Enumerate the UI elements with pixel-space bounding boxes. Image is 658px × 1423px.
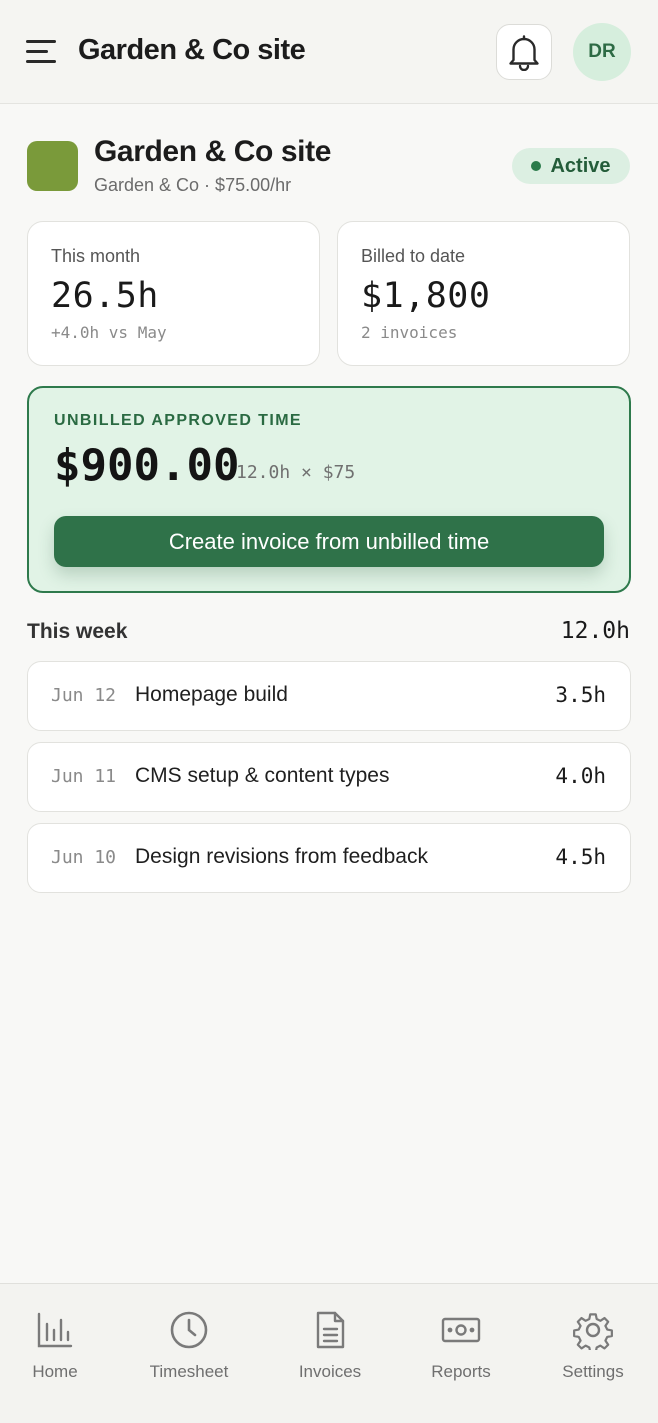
- nav-label: Invoices: [298, 1362, 362, 1381]
- project-color-swatch: [27, 141, 78, 191]
- bell-icon: [509, 35, 539, 71]
- bottom-nav: Home Timesheet Invoices Reports Settings: [0, 1283, 658, 1423]
- nav-item-timesheet[interactable]: Timesheet: [134, 1310, 244, 1381]
- nav-item-settings[interactable]: Settings: [538, 1310, 648, 1381]
- project-subtitle: Garden & Co · $75.00/hr: [94, 175, 292, 195]
- gear-icon: [573, 1310, 613, 1350]
- entry-hours: 3.5h: [555, 683, 606, 707]
- avatar[interactable]: DR: [573, 23, 631, 81]
- document-icon: [310, 1310, 350, 1350]
- stat-card-this-month: This month 26.5h +4.0h vs May: [27, 221, 320, 366]
- nav-label: Settings: [562, 1362, 624, 1381]
- status-label: Active: [550, 154, 611, 177]
- nav-label: Reports: [431, 1362, 491, 1381]
- clock-icon: [169, 1310, 209, 1350]
- create-invoice-button[interactable]: Create invoice from unbilled time: [54, 516, 604, 567]
- notifications-button[interactable]: [496, 24, 552, 80]
- header-title: Garden & Co site: [78, 34, 306, 66]
- unbilled-card: UNBILLED APPROVED TIME $900.00 12.0h × $…: [27, 386, 631, 593]
- entry-hours: 4.5h: [555, 845, 606, 869]
- cash-icon: [441, 1310, 481, 1350]
- nav-item-invoices[interactable]: Invoices: [275, 1310, 385, 1381]
- bar-chart-icon: [35, 1310, 75, 1350]
- entry-list: Jun 12 Homepage build 3.5h Jun 11 CMS se…: [27, 661, 631, 904]
- nav-item-home[interactable]: Home: [0, 1310, 110, 1381]
- entry-date: Jun 12: [51, 685, 117, 706]
- nav-label: Home: [32, 1362, 78, 1381]
- unbilled-calc: 12.0h × $75: [236, 462, 356, 483]
- entry-hours: 4.0h: [555, 764, 606, 788]
- status-dot-icon: [531, 161, 542, 171]
- menu-icon[interactable]: [26, 38, 58, 66]
- entry-date: Jun 11: [51, 766, 117, 787]
- status-badge: Active: [512, 148, 630, 184]
- stat-value: 26.5h: [51, 276, 159, 316]
- table-row[interactable]: Jun 10 Design revisions from feedback 4.…: [27, 823, 631, 893]
- stat-card-billed: Billed to date $1,800 2 invoices: [337, 221, 630, 366]
- entry-description: Design revisions from feedback: [135, 845, 428, 868]
- stat-value: $1,800: [361, 276, 491, 316]
- week-heading: This week: [27, 620, 128, 643]
- entry-description: CMS setup & content types: [135, 764, 390, 787]
- nav-item-reports[interactable]: Reports: [406, 1310, 516, 1381]
- table-row[interactable]: Jun 12 Homepage build 3.5h: [27, 661, 631, 731]
- project-title: Garden & Co site: [94, 135, 331, 168]
- app-header: Garden & Co site DR: [0, 0, 658, 104]
- unbilled-label: UNBILLED APPROVED TIME: [54, 412, 302, 429]
- entry-description: Homepage build: [135, 683, 288, 706]
- week-total: 12.0h: [560, 618, 630, 644]
- stat-sub: 2 invoices: [361, 323, 458, 342]
- nav-label: Timesheet: [149, 1362, 229, 1381]
- stat-sub: +4.0h vs May: [51, 323, 167, 342]
- table-row[interactable]: Jun 11 CMS setup & content types 4.0h: [27, 742, 631, 812]
- entry-date: Jun 10: [51, 847, 117, 868]
- stat-label: This month: [51, 246, 141, 266]
- stat-label: Billed to date: [361, 246, 466, 266]
- unbilled-amount: $900.00: [54, 440, 240, 491]
